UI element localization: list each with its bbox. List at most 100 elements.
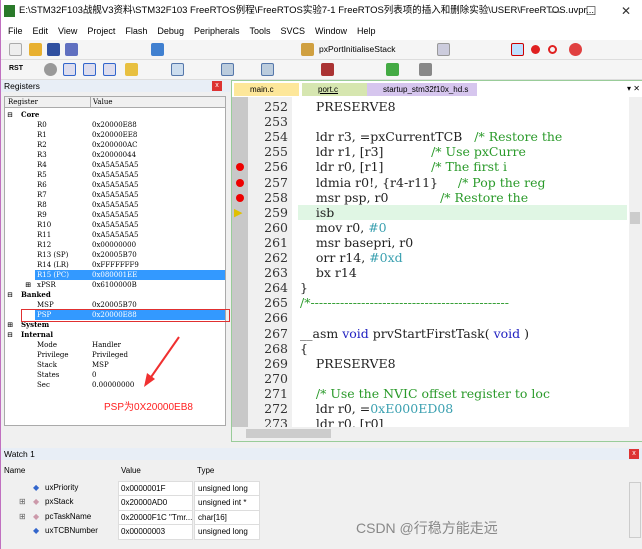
register-row[interactable]: R5 0xA5A5A5A5 <box>5 170 225 180</box>
register-row[interactable]: R12 0x00000000 <box>5 240 225 250</box>
reset-button[interactable]: RST <box>9 65 23 72</box>
code-line[interactable]: 253 <box>232 114 627 129</box>
register-row[interactable]: R0 0x20000E88 <box>5 120 225 130</box>
watch-window-icon[interactable] <box>261 63 274 76</box>
code-line[interactable]: 261 msr basepri, r0 <box>232 235 627 250</box>
code-line[interactable]: 271 /* Use the NVIC offset register to l… <box>232 386 627 401</box>
code-line[interactable]: 272 ldr r0, =0xE000ED08 <box>232 401 627 416</box>
watch-value[interactable]: 0x00000003 <box>118 523 193 540</box>
stop-icon[interactable] <box>44 63 57 76</box>
close-watch-icon[interactable]: x <box>629 449 639 459</box>
code-line[interactable]: 256 ldr r0, [r1] /* The first i <box>232 159 627 174</box>
watch-scrollbar[interactable] <box>629 482 641 538</box>
save-icon[interactable] <box>47 43 60 56</box>
watch-row[interactable]: ⊞ ◆ pxStack 0x20000AD0 unsigned int * <box>1 495 261 512</box>
register-row[interactable]: R13 (SP) 0x20005B70 <box>5 250 225 260</box>
register-row[interactable]: R2 0x200000AC <box>5 140 225 150</box>
collapse-icon[interactable]: ⊟ <box>7 330 13 340</box>
tools-icon[interactable] <box>419 63 432 76</box>
back-icon[interactable] <box>151 43 164 56</box>
step-out-icon[interactable] <box>103 63 116 76</box>
code-line[interactable]: 257 ldmia r0!, {r4-r11} /* Pop the reg <box>232 175 627 190</box>
vertical-scrollbar[interactable] <box>629 97 642 427</box>
menu-edit[interactable]: Edit <box>33 26 49 36</box>
menu-svcs[interactable]: SVCS <box>281 26 306 36</box>
menu-view[interactable]: View <box>58 26 77 36</box>
code-line[interactable]: 262 orr r14, #0xd <box>232 250 627 265</box>
kill-breakpoints-icon[interactable] <box>569 43 582 56</box>
breakpoint-icon[interactable] <box>236 163 244 172</box>
tab-file[interactable]: port.c <box>302 83 367 96</box>
register-row[interactable]: R10 0xA5A5A5A5 <box>5 220 225 230</box>
debug-session-icon[interactable] <box>511 43 524 56</box>
collapse-icon[interactable]: ⊟ <box>7 110 13 120</box>
code-editor[interactable]: main.c port.c startup_stm32f10x_hd.s ▾ ✕ 2… <box>231 80 642 442</box>
code-line[interactable]: 255 ldr r1, [r3] /* Use pxCurre <box>232 144 627 159</box>
register-row[interactable]: R9 0xA5A5A5A5 <box>5 210 225 220</box>
code-line[interactable]: 270 <box>232 371 627 386</box>
register-row[interactable]: R6 0xA5A5A5A5 <box>5 180 225 190</box>
minimize-button[interactable]: — <box>541 0 571 22</box>
code-line[interactable]: 266 <box>232 310 627 325</box>
new-file-icon[interactable] <box>9 43 22 56</box>
breakpoint-icon[interactable] <box>531 45 540 54</box>
register-row[interactable]: R1 0x20000EE8 <box>5 130 225 140</box>
code-line[interactable]: 252 PRESERVE8 <box>232 99 627 114</box>
register-row[interactable]: R4 0xA5A5A5A5 <box>5 160 225 170</box>
menu-project[interactable]: Project <box>87 26 115 36</box>
register-row[interactable]: ⊞ xPSR 0x6100000B <box>5 280 225 290</box>
tab-list-icon[interactable]: ▾ ✕ <box>627 84 640 93</box>
code-line[interactable]: 263 bx r14 <box>232 265 627 280</box>
menu-flash[interactable]: Flash <box>125 26 147 36</box>
open-icon[interactable] <box>29 43 42 56</box>
register-row[interactable]: ⊟ Banked <box>5 290 225 300</box>
register-row[interactable]: R8 0xA5A5A5A5 <box>5 200 225 210</box>
breakpoint-icon[interactable] <box>236 178 244 187</box>
watch-row[interactable]: ◆ uxPriority 0x0000001F unsigned long <box>1 481 261 497</box>
close-button[interactable]: ✕ <box>611 0 641 22</box>
maximize-button[interactable]: ☐ <box>576 0 606 22</box>
register-row[interactable]: ⊟ Core <box>5 110 225 120</box>
register-row[interactable]: Sec 0.00000000 <box>5 380 225 390</box>
combo-dropdown-icon[interactable] <box>437 43 450 56</box>
menu-window[interactable]: Window <box>315 26 347 36</box>
expand-icon[interactable]: ⊞ <box>7 320 13 330</box>
code-line[interactable]: 254 ldr r3, =pxCurrentTCB /* Restore the <box>232 129 627 144</box>
register-row[interactable]: ⊟ Internal <box>5 330 225 340</box>
step-icon[interactable] <box>63 63 76 76</box>
registers-window-icon[interactable] <box>221 63 234 76</box>
menu-tools[interactable]: Tools <box>249 26 270 36</box>
register-row[interactable]: R14 (LR) 0xFFFFFFF9 <box>5 260 225 270</box>
collapse-icon[interactable]: ⊟ <box>7 290 13 300</box>
code-line[interactable]: 260 mov r0, #0 <box>232 220 627 235</box>
register-row[interactable]: R11 0xA5A5A5A5 <box>5 230 225 240</box>
close-panel-icon[interactable]: x <box>212 81 222 91</box>
expand-icon[interactable]: ⊞ <box>25 280 31 290</box>
register-row[interactable]: R3 0x20000044 <box>5 150 225 160</box>
menu-debug[interactable]: Debug <box>157 26 184 36</box>
horizontal-scrollbar[interactable] <box>232 427 642 441</box>
menu-file[interactable]: File <box>8 26 23 36</box>
code-line[interactable]: ▶ 259 isb <box>234 204 627 220</box>
tab-file[interactable]: startup_stm32f10x_hd.s <box>367 83 477 96</box>
watch-row[interactable]: ◆ uxTCBNumber 0x00000003 unsigned long <box>1 523 261 540</box>
watch-row[interactable]: ⊞ ◆ pcTaskName 0x20000F1C "Tmr... char[16] <box>1 509 261 526</box>
run-to-cursor-icon[interactable] <box>125 63 138 76</box>
save-all-icon[interactable] <box>65 43 78 56</box>
register-row[interactable]: Privilege Privileged <box>5 350 225 360</box>
register-row[interactable]: R15 (PC) 0x080001EE <box>35 270 225 280</box>
code-line[interactable]: 267 __asm void prvStartFirstTask( void ) <box>232 326 627 341</box>
breakpoint-icon[interactable] <box>236 193 244 202</box>
register-row[interactable]: States 0 <box>5 370 225 380</box>
code-line[interactable]: 269 PRESERVE8 <box>232 356 627 371</box>
menu-help[interactable]: Help <box>357 26 376 36</box>
function-combo[interactable]: pxPortInitialiseStack <box>319 44 396 54</box>
code-line[interactable]: 264} <box>232 280 627 295</box>
expand-icon[interactable]: ⊞ <box>19 495 26 509</box>
disable-breakpoint-icon[interactable] <box>548 45 557 54</box>
step-over-icon[interactable] <box>83 63 96 76</box>
tab-file[interactable]: main.c <box>234 83 299 96</box>
command-window-icon[interactable] <box>171 63 184 76</box>
code-line[interactable]: 265 /*-----------------------------------… <box>232 295 627 310</box>
logic-analyzer-icon[interactable] <box>321 63 334 76</box>
